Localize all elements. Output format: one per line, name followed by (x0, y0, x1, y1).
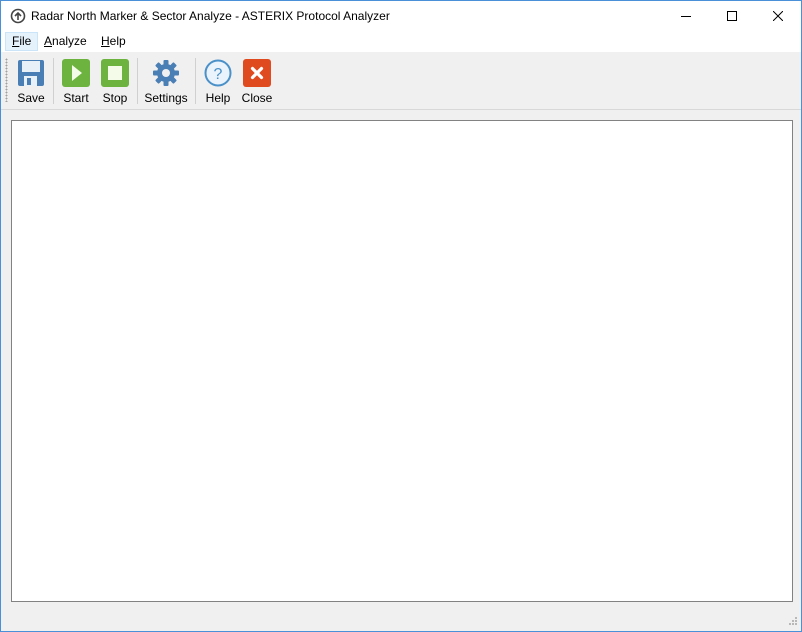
menu-analyze[interactable]: Analyze (38, 32, 93, 51)
toolbar-separator (53, 58, 54, 104)
toolbar-grip[interactable] (5, 58, 8, 102)
gear-icon (153, 60, 179, 86)
menu-file[interactable]: File (5, 32, 39, 51)
help-button[interactable]: ? Help (202, 56, 234, 108)
app-window: Radar North Marker & Sector Analyze - AS… (0, 0, 802, 632)
maximize-icon (727, 11, 737, 21)
menu-help[interactable]: Help (95, 32, 132, 51)
settings-button[interactable]: Settings (144, 56, 188, 108)
play-icon (62, 59, 90, 87)
title-bar: Radar North Marker & Sector Analyze - AS… (1, 0, 801, 31)
menu-help-label: elp (109, 34, 126, 48)
menu-help-mnemonic: H (101, 34, 110, 48)
start-label: Start (63, 91, 89, 105)
window-title: Radar North Marker & Sector Analyze - AS… (31, 9, 390, 23)
help-label: Help (205, 91, 231, 105)
menu-bar: File Analyze Help (1, 31, 801, 52)
maximize-button[interactable] (709, 1, 755, 31)
menu-analyze-mnemonic: A (44, 34, 53, 48)
close-button[interactable]: Close (240, 56, 274, 108)
floppy-disk-icon (18, 60, 44, 86)
close-x-icon (243, 59, 271, 87)
toolbar: Save Start Stop Settings ? Help Close (1, 52, 801, 110)
stop-label: Stop (102, 91, 128, 105)
minimize-button[interactable] (663, 1, 709, 31)
circle-up-arrow-icon (10, 8, 26, 24)
menu-analyze-label: nalyze (52, 34, 87, 48)
window-close-button[interactable] (755, 1, 801, 31)
save-label: Save (17, 91, 45, 105)
svg-text:?: ? (214, 66, 223, 83)
toolbar-separator (195, 58, 196, 104)
stop-icon (101, 59, 129, 87)
menu-file-label: ile (19, 34, 32, 48)
close-label: Close (241, 91, 273, 105)
minimize-icon (681, 16, 691, 17)
settings-label: Settings (144, 91, 188, 105)
resize-grip-icon[interactable] (786, 616, 798, 628)
toolbar-separator (137, 58, 138, 104)
question-icon: ? (204, 59, 232, 87)
close-icon (773, 11, 783, 21)
stop-button[interactable]: Stop (99, 56, 131, 108)
save-button[interactable]: Save (15, 56, 47, 108)
start-button[interactable]: Start (59, 56, 93, 108)
output-panel[interactable] (11, 120, 793, 602)
